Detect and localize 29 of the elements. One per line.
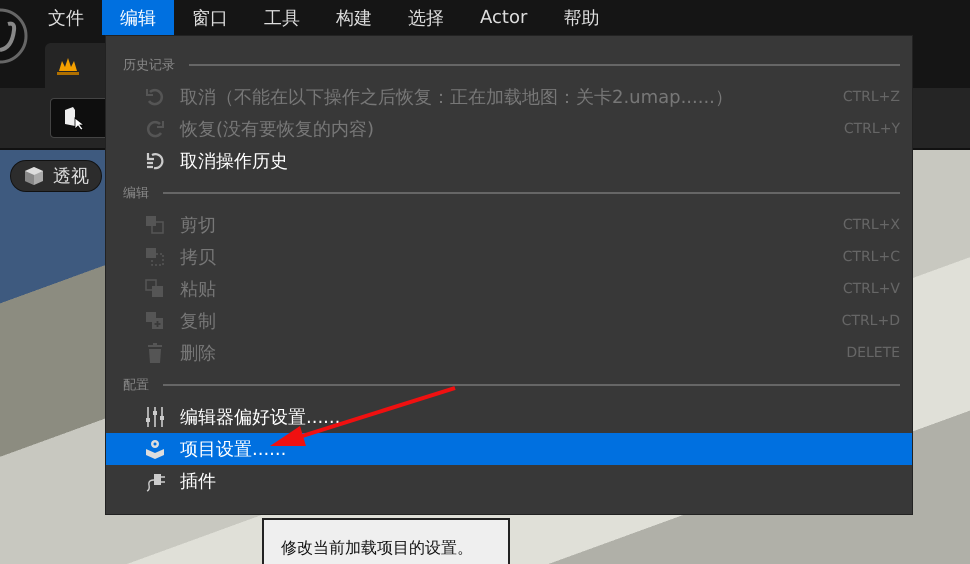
menu-bar-item[interactable]: Actor bbox=[462, 0, 546, 35]
menu-item[interactable]: 插件 bbox=[106, 465, 912, 497]
menu-bar-item[interactable]: 文件 bbox=[30, 0, 102, 35]
cursor-cube-icon bbox=[63, 106, 85, 130]
copy-icon bbox=[144, 246, 166, 268]
undo-icon bbox=[144, 86, 166, 108]
menu-bar-item[interactable]: 窗口 bbox=[174, 0, 246, 35]
paste-icon bbox=[144, 278, 166, 300]
cut-icon bbox=[144, 214, 166, 236]
gear-box-icon bbox=[144, 438, 166, 460]
menu-bar-item[interactable]: 编辑 bbox=[102, 0, 174, 35]
history-icon bbox=[144, 150, 166, 172]
menu-bar-item[interactable]: 帮助 bbox=[545, 0, 618, 35]
tooltip: 修改当前加载项目的设置。 bbox=[262, 518, 510, 564]
section-heading: 编辑 bbox=[123, 185, 149, 202]
section-heading: 配置 bbox=[123, 377, 149, 394]
section-heading: 历史记录 bbox=[123, 57, 175, 74]
redo-icon bbox=[144, 118, 166, 140]
menu-bar-item[interactable]: 构建 bbox=[318, 0, 390, 35]
menu-item[interactable]: 编辑器偏好设置...... bbox=[106, 401, 912, 433]
sliders-icon bbox=[144, 406, 166, 428]
menu-bar-item[interactable]: 工具 bbox=[246, 0, 318, 35]
menu-item[interactable]: 取消操作历史 bbox=[106, 145, 912, 177]
menu-bar-item[interactable]: 选择 bbox=[390, 0, 462, 35]
level-icon bbox=[57, 56, 79, 74]
menu-item[interactable]: 项目设置...... bbox=[106, 433, 912, 465]
duplicate-icon bbox=[144, 310, 166, 332]
view-mode-button[interactable]: 透视 bbox=[10, 160, 102, 192]
cube-icon bbox=[23, 165, 45, 187]
